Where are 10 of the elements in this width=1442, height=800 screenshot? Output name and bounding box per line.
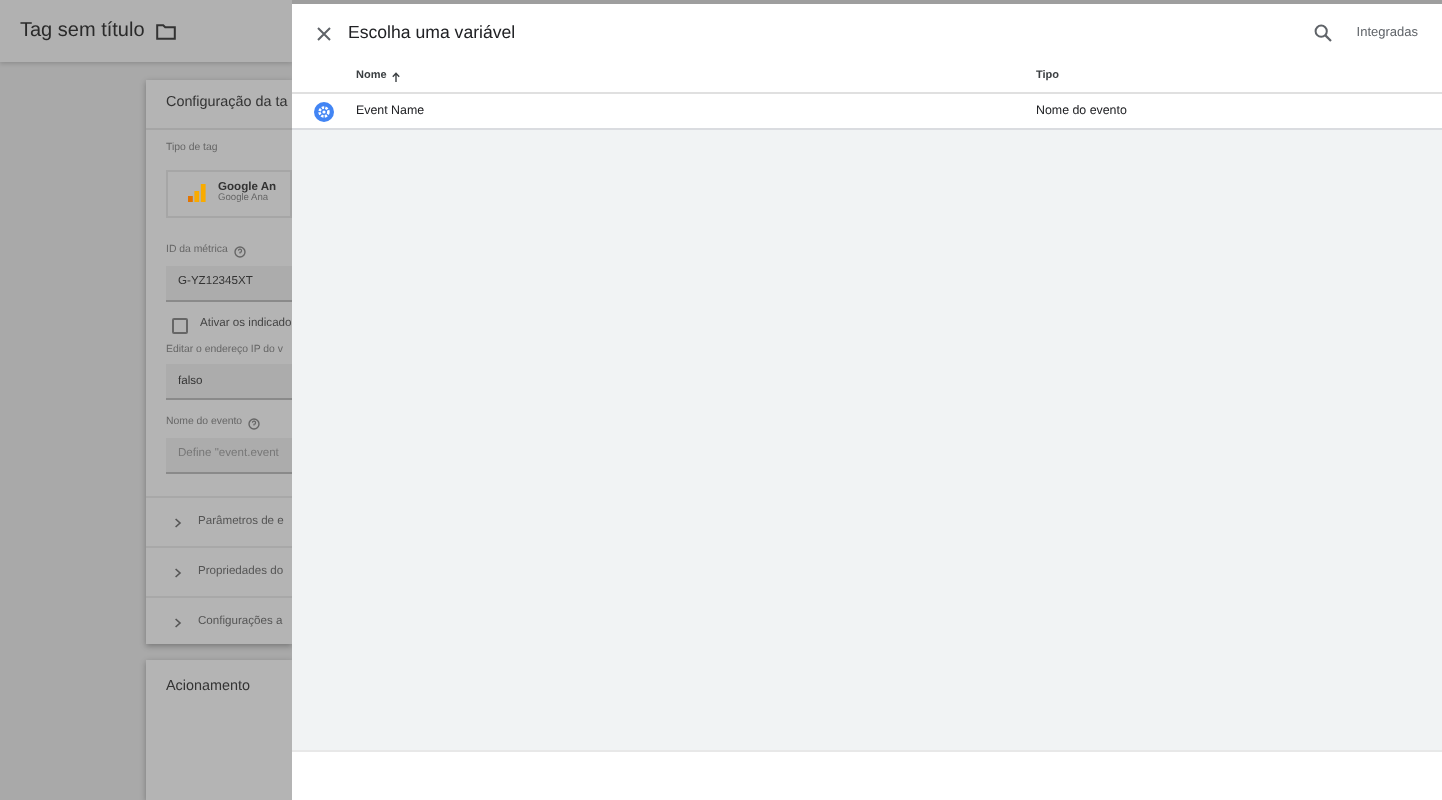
panel-title: Escolha uma variável: [348, 19, 516, 46]
page-title: Tag sem título: [20, 18, 145, 46]
close-icon[interactable]: [316, 25, 332, 41]
search-icon[interactable]: [1314, 24, 1333, 42]
help-icon[interactable]: [233, 245, 246, 258]
folder-icon[interactable]: [156, 23, 177, 39]
gear-icon: [314, 101, 334, 121]
checkbox[interactable]: [172, 317, 188, 334]
help-icon[interactable]: [248, 418, 261, 431]
analytics-icon: [188, 184, 206, 203]
